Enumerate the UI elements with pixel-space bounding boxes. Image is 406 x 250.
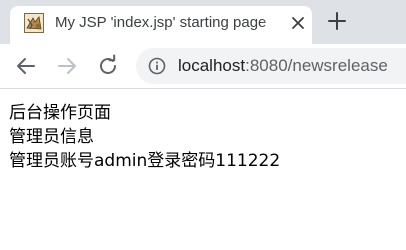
forward-arrow-icon[interactable] <box>55 54 79 78</box>
back-arrow-icon[interactable] <box>14 54 38 78</box>
url-text[interactable]: localhost:8080/newsrelease <box>178 55 406 77</box>
site-info-icon[interactable] <box>148 57 166 75</box>
new-tab-plus-icon[interactable] <box>326 10 348 32</box>
admin-section-title: 管理员信息 <box>9 127 94 147</box>
admin-info-text: 管理员账号admin登录密码111222 <box>9 151 281 171</box>
jsp-page-icon <box>24 13 44 33</box>
tab-strip: My JSP 'index.jsp' starting page <box>0 0 406 44</box>
url-path: :8080/newsrelease <box>245 56 388 75</box>
browser-tab[interactable]: My JSP 'index.jsp' starting page <box>10 6 312 44</box>
url-host: localhost <box>178 56 246 75</box>
browser-toolbar: localhost:8080/newsrelease <box>0 44 406 89</box>
page-heading: 后台操作页面 <box>9 103 111 123</box>
close-tab-icon[interactable] <box>290 15 306 31</box>
tab-title: My JSP 'index.jsp' starting page <box>55 14 267 31</box>
reload-icon[interactable] <box>96 54 120 78</box>
address-bar[interactable]: localhost:8080/newsrelease <box>136 48 406 84</box>
tab-title-fade <box>261 10 283 36</box>
page-content: 后台操作页面 管理员信息 管理员账号admin登录密码111222 <box>9 101 399 173</box>
